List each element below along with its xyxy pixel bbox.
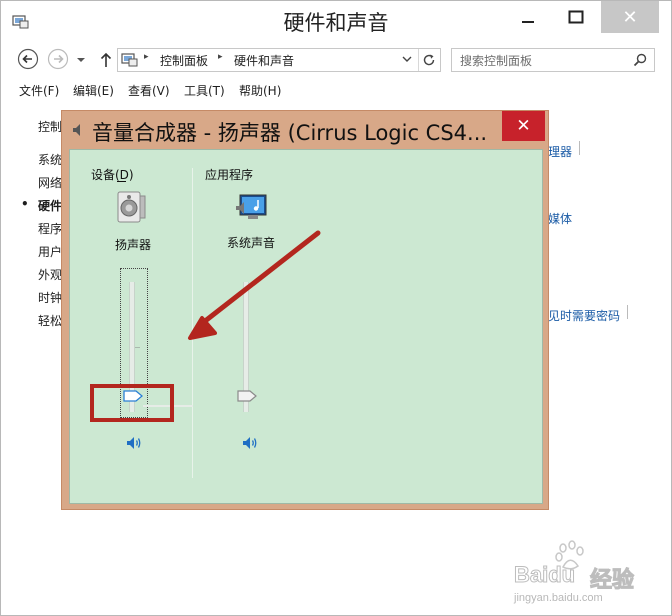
- sidebar-item-clock[interactable]: 时钟: [38, 289, 62, 306]
- close-icon: ✕: [622, 6, 638, 28]
- forward-button[interactable]: [47, 48, 69, 70]
- menu-file[interactable]: 文件(F): [19, 82, 59, 99]
- navigation-bar: ▸ 控制面板 ▸ 硬件和声音 搜索控制面板: [1, 41, 671, 77]
- back-button[interactable]: [17, 48, 39, 70]
- sidebar-item-system[interactable]: 系统: [38, 151, 62, 168]
- up-button[interactable]: [95, 49, 117, 71]
- baidu-watermark: Baidu 经验 jingyan.baidu.com: [508, 540, 668, 610]
- sidebar-item-programs[interactable]: 程序: [38, 220, 62, 237]
- sidebar-item-appearance[interactable]: 外观: [38, 266, 62, 283]
- link-require-password[interactable]: 见时需要密码: [548, 307, 620, 324]
- sidebar-item-hardware[interactable]: 硬件: [38, 197, 62, 214]
- annotation-arrow: [188, 230, 321, 340]
- device-section-header: 设备(D): [91, 168, 134, 182]
- watermark-suffix: 经验: [589, 568, 635, 594]
- menu-view[interactable]: 查看(V): [128, 82, 170, 99]
- mixer-title-bar[interactable]: 音量合成器 - 扬声器 (Cirrus Logic CS4... ✕: [62, 111, 548, 149]
- minimize-icon: [522, 21, 534, 23]
- address-bar[interactable]: ▸ 控制面板 ▸ 硬件和声音: [117, 48, 441, 72]
- recent-locations-button[interactable]: [75, 51, 87, 67]
- access-key-underline: [117, 181, 126, 182]
- search-icon[interactable]: [632, 52, 648, 68]
- refresh-button[interactable]: [418, 49, 439, 71]
- watermark-brand: Baidu: [513, 562, 576, 588]
- link-device-manager[interactable]: 理器: [548, 143, 572, 160]
- forward-arrow-icon: [47, 48, 69, 70]
- close-icon: ✕: [516, 116, 531, 136]
- sidebar-item-network[interactable]: 网络: [38, 174, 62, 191]
- menu-tools[interactable]: 工具(T): [184, 82, 225, 99]
- breadcrumb-hardware-sound[interactable]: 硬件和声音: [234, 52, 294, 69]
- sidebar-item-ease-of-access[interactable]: 轻松: [38, 312, 62, 329]
- slider-tick: [135, 347, 140, 348]
- mixer-title: 音量合成器 - 扬声器 (Cirrus Logic CS4...: [92, 121, 488, 145]
- device-name[interactable]: 扬声器: [115, 236, 151, 253]
- breadcrumb-separator: ▸: [144, 52, 149, 62]
- link-media[interactable]: 媒体: [548, 210, 572, 227]
- link-divider: [627, 305, 628, 319]
- speaker-icon: [73, 124, 80, 136]
- menu-edit[interactable]: 编辑(E): [73, 82, 114, 99]
- watermark-url: jingyan.baidu.com: [514, 592, 603, 604]
- system-sounds-mute-button[interactable]: [241, 435, 259, 451]
- link-divider: [579, 141, 580, 155]
- maximize-button[interactable]: [553, 1, 599, 33]
- mixer-close-button[interactable]: ✕: [502, 111, 545, 141]
- maximize-icon: [568, 10, 584, 24]
- address-dropdown-button[interactable]: [400, 51, 414, 67]
- system-sounds-icon: [236, 194, 267, 219]
- breadcrumb-control-panel[interactable]: 控制面板: [160, 52, 208, 69]
- minimize-button[interactable]: [505, 1, 551, 33]
- chevron-down-icon: [77, 58, 85, 62]
- annotation-highlight-box: [90, 384, 174, 422]
- system-sounds-volume-slider-thumb[interactable]: [237, 389, 257, 402]
- up-arrow-icon: [100, 52, 112, 67]
- title-bar: 硬件和声音 ✕: [1, 1, 671, 41]
- sidebar-active-bullet: •: [21, 197, 29, 211]
- applications-section-header: 应用程序: [205, 168, 254, 182]
- back-arrow-icon: [17, 48, 39, 70]
- search-box[interactable]: 搜索控制面板: [451, 48, 655, 72]
- device-mute-button[interactable]: [125, 435, 143, 451]
- menu-bar: 文件(F) 编辑(E) 查看(V) 工具(T) 帮助(H): [1, 79, 671, 101]
- breadcrumb-separator: ▸: [218, 52, 223, 62]
- refresh-icon: [423, 54, 435, 66]
- close-button[interactable]: ✕: [601, 1, 659, 33]
- sidebar-item-users[interactable]: 用户: [38, 243, 62, 260]
- chevron-down-icon: [402, 56, 412, 62]
- menu-help[interactable]: 帮助(H): [239, 82, 281, 99]
- speaker-device-icon: [117, 191, 146, 223]
- sidebar-item-home[interactable]: 控制: [38, 118, 62, 135]
- control-panel-icon: [121, 53, 138, 67]
- search-input[interactable]: 搜索控制面板: [460, 52, 532, 69]
